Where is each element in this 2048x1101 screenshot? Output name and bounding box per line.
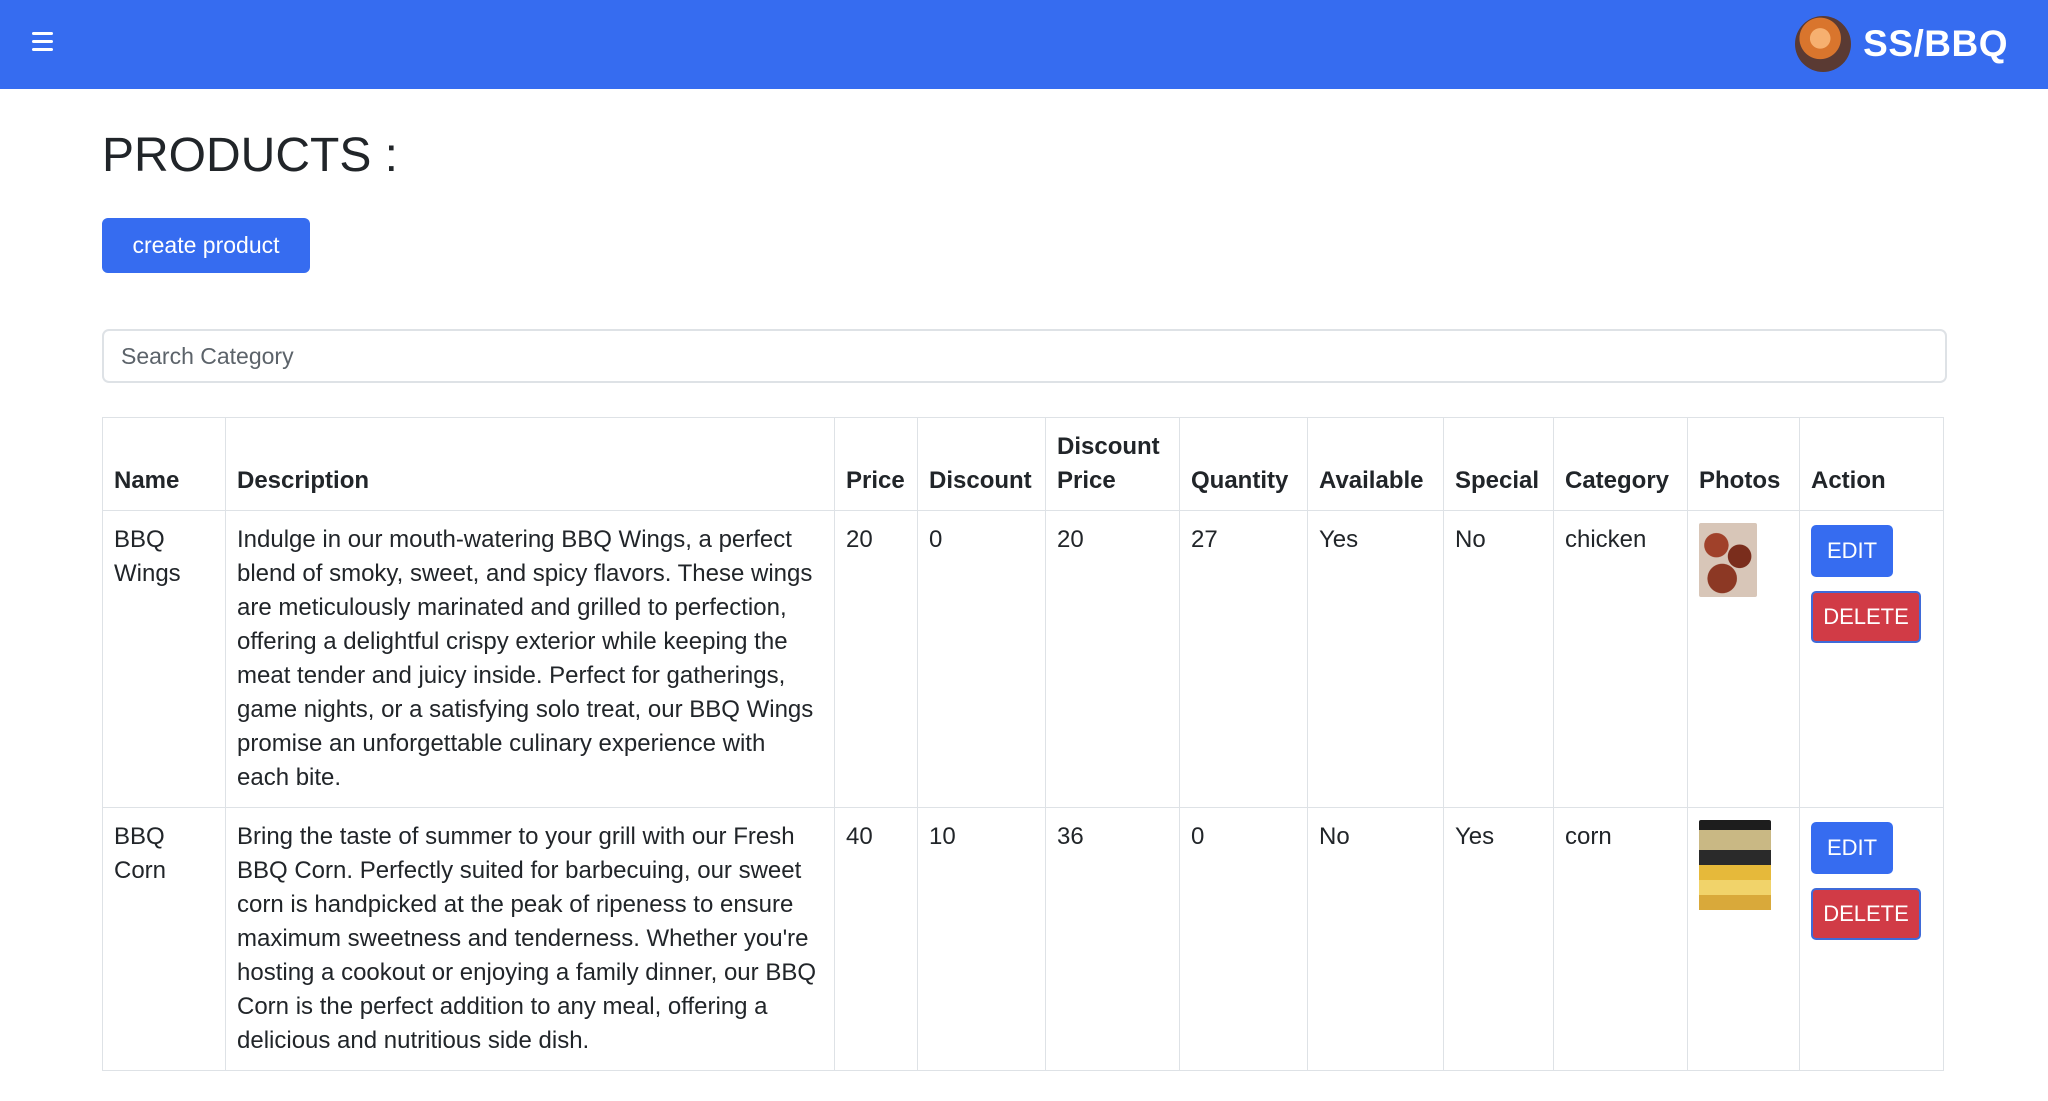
brand[interactable]: SS/BBQ (1795, 13, 2008, 75)
cell-name: BBQ Corn (102, 807, 226, 1071)
product-name-line2: Wings (114, 560, 181, 587)
top-navbar: SS/BBQ (0, 0, 2048, 89)
cell-available: No (1307, 807, 1444, 1071)
page-title: PRODUCTS : (102, 129, 399, 182)
search-category-input[interactable] (102, 329, 1947, 383)
header-photos: Photos (1687, 417, 1800, 511)
hamburger-menu-icon[interactable] (32, 32, 58, 58)
cell-photos (1687, 807, 1800, 1071)
header-action: Action (1799, 417, 1944, 511)
delete-button[interactable]: DELETE (1811, 591, 1921, 643)
cell-quantity: 27 (1179, 510, 1308, 808)
header-discount-price-line2: Price (1057, 467, 1116, 494)
cell-discount: 0 (917, 510, 1046, 808)
cell-special: No (1443, 510, 1554, 808)
edit-button[interactable]: EDIT (1811, 525, 1893, 577)
header-description: Description (225, 417, 835, 511)
cell-discount-price: 36 (1045, 807, 1180, 1071)
bbq-corn-photo (1699, 820, 1771, 920)
product-name-line2: Corn (114, 857, 167, 884)
cell-discount-price: 20 (1045, 510, 1180, 808)
header-discount: Discount (917, 417, 1046, 511)
cell-quantity: 0 (1179, 807, 1308, 1071)
cell-price: 20 (834, 510, 918, 808)
products-table: Name Description Price Discount Discount… (102, 417, 1944, 1071)
product-name-line1: BBQ (114, 526, 165, 553)
header-special: Special (1443, 417, 1554, 511)
cell-action: EDIT DELETE (1799, 807, 1944, 1071)
bbq-wings-photo (1699, 523, 1757, 597)
cell-discount: 10 (917, 807, 1046, 1071)
header-name: Name (102, 417, 226, 511)
cell-category: corn (1553, 807, 1688, 1071)
cell-name: BBQ Wings (102, 510, 226, 808)
brand-name: SS/BBQ (1863, 23, 2008, 64)
cell-description: Bring the taste of summer to your grill … (225, 807, 835, 1071)
table-header-row: Name Description Price Discount Discount… (102, 417, 1944, 511)
delete-button[interactable]: DELETE (1811, 888, 1921, 940)
table-row: BBQ Corn Bring the taste of summer to yo… (102, 807, 1944, 1071)
edit-button[interactable]: EDIT (1811, 822, 1893, 874)
product-name-line1: BBQ (114, 823, 165, 850)
header-discount-price: Discount Price (1045, 417, 1180, 511)
header-discount-price-line1: Discount (1057, 433, 1160, 460)
cell-action: EDIT DELETE (1799, 510, 1944, 808)
cell-special: Yes (1443, 807, 1554, 1071)
create-product-button[interactable]: create product (102, 218, 310, 273)
cell-photos (1687, 510, 1800, 808)
cell-price: 40 (834, 807, 918, 1071)
table-row: BBQ Wings Indulge in our mouth-watering … (102, 510, 1944, 808)
brand-logo-icon (1795, 16, 1852, 72)
cell-available: Yes (1307, 510, 1444, 808)
cell-description: Indulge in our mouth-watering BBQ Wings,… (225, 510, 835, 808)
header-price: Price (834, 417, 918, 511)
header-quantity: Quantity (1179, 417, 1308, 511)
header-available: Available (1307, 417, 1444, 511)
cell-category: chicken (1553, 510, 1688, 808)
header-category: Category (1553, 417, 1688, 511)
